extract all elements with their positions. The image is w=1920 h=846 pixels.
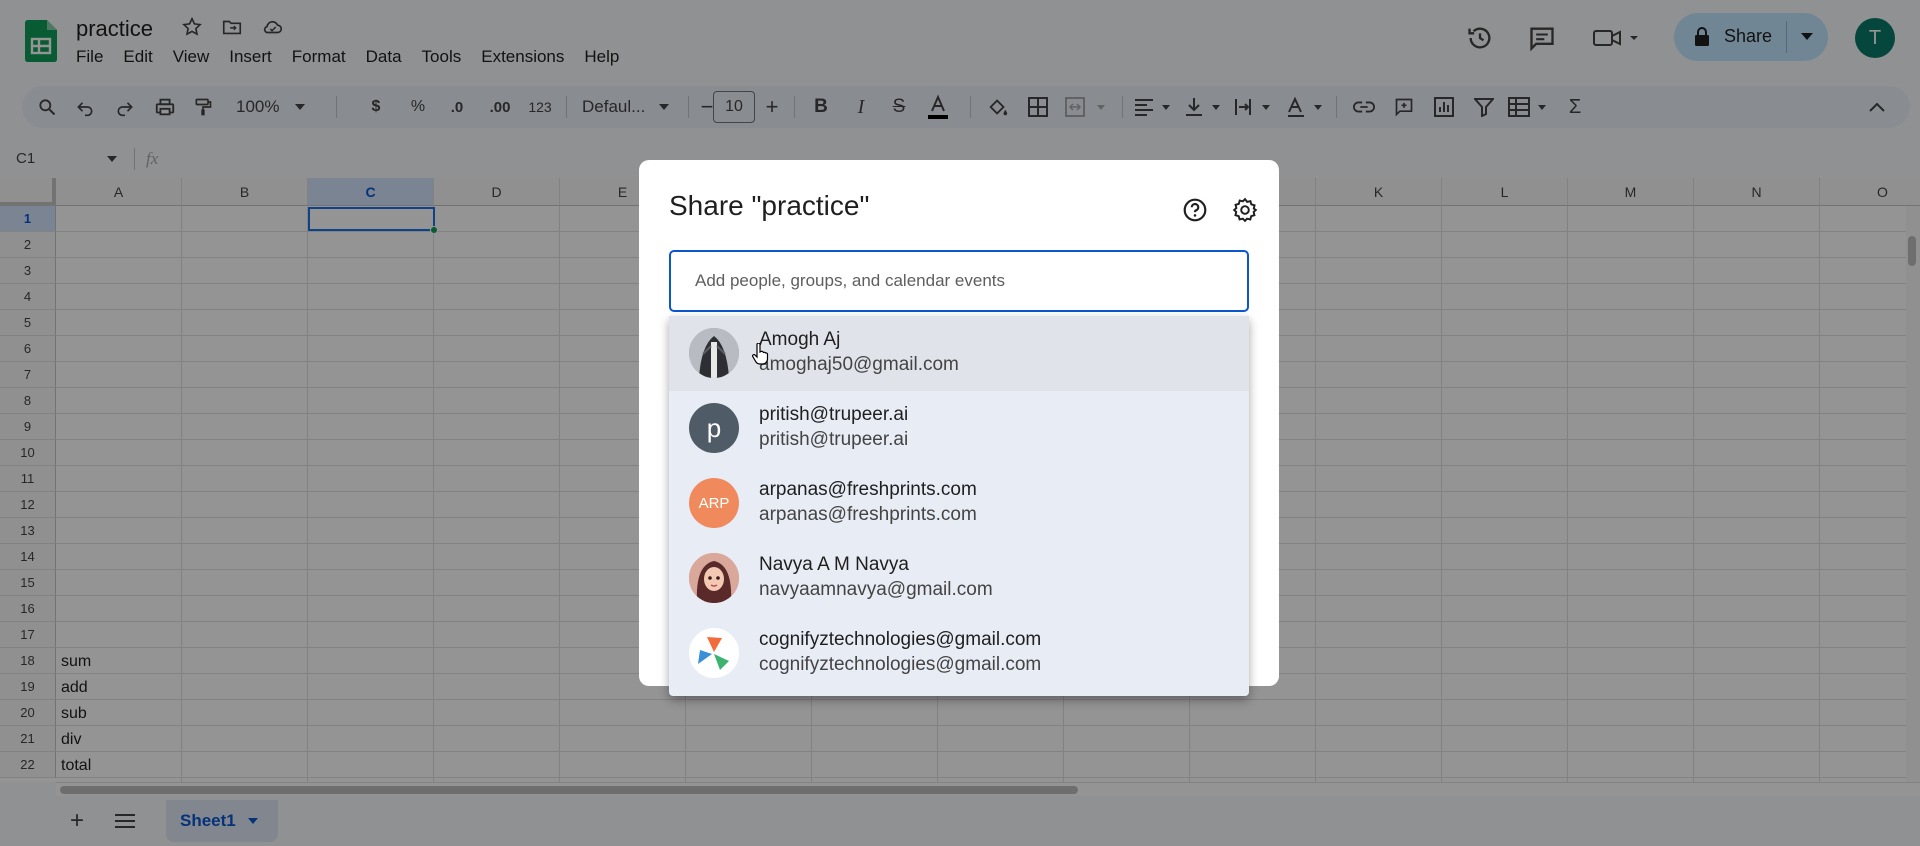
suggestion-item[interactable]: cognifyztechnologies@gmail.com cognifyzt…: [669, 616, 1249, 691]
avatar: [689, 328, 739, 378]
avatar: ARP: [689, 478, 739, 528]
help-icon[interactable]: [1179, 194, 1211, 226]
suggestion-email: cognifyztechnologies@gmail.com: [759, 654, 1042, 675]
suggestion-name: cognifyztechnologies@gmail.com: [759, 629, 1042, 650]
suggestion-name: Navya A M Navya: [759, 554, 909, 575]
avatar-initial: ARP: [698, 494, 730, 512]
share-dialog-title: Share "practice": [669, 190, 870, 221]
suggestion-item[interactable]: p pritish@trupeer.ai pritish@trupeer.ai: [669, 391, 1249, 466]
settings-gear-icon[interactable]: [1229, 194, 1261, 226]
suggestion-email: navyaamnavya@gmail.com: [759, 579, 993, 600]
avatar: p: [689, 403, 739, 453]
avatar: [689, 628, 739, 678]
suggestion-name: pritish@trupeer.ai: [759, 404, 909, 425]
avatar: [689, 553, 739, 603]
add-people-input[interactable]: Add people, groups, and calendar events: [669, 250, 1249, 312]
suggestion-name: arpanas@freshprints.com: [759, 479, 977, 500]
suggestion-email: pritish@trupeer.ai: [759, 429, 909, 450]
suggestion-item[interactable]: Navya A M Navya navyaamnavya@gmail.com: [669, 541, 1249, 616]
suggestion-email: amoghaj50@gmail.com: [759, 354, 959, 375]
people-suggestions-list: Amogh Aj amoghaj50@gmail.com p pritish@t…: [669, 316, 1249, 696]
hand-cursor-icon: [752, 343, 772, 367]
add-people-placeholder: Add people, groups, and calendar events: [695, 271, 1006, 290]
suggestion-email: arpanas@freshprints.com: [759, 504, 977, 525]
avatar-initial: p: [706, 412, 722, 443]
suggestion-item[interactable]: ARP arpanas@freshprints.com arpanas@fres…: [669, 466, 1249, 541]
